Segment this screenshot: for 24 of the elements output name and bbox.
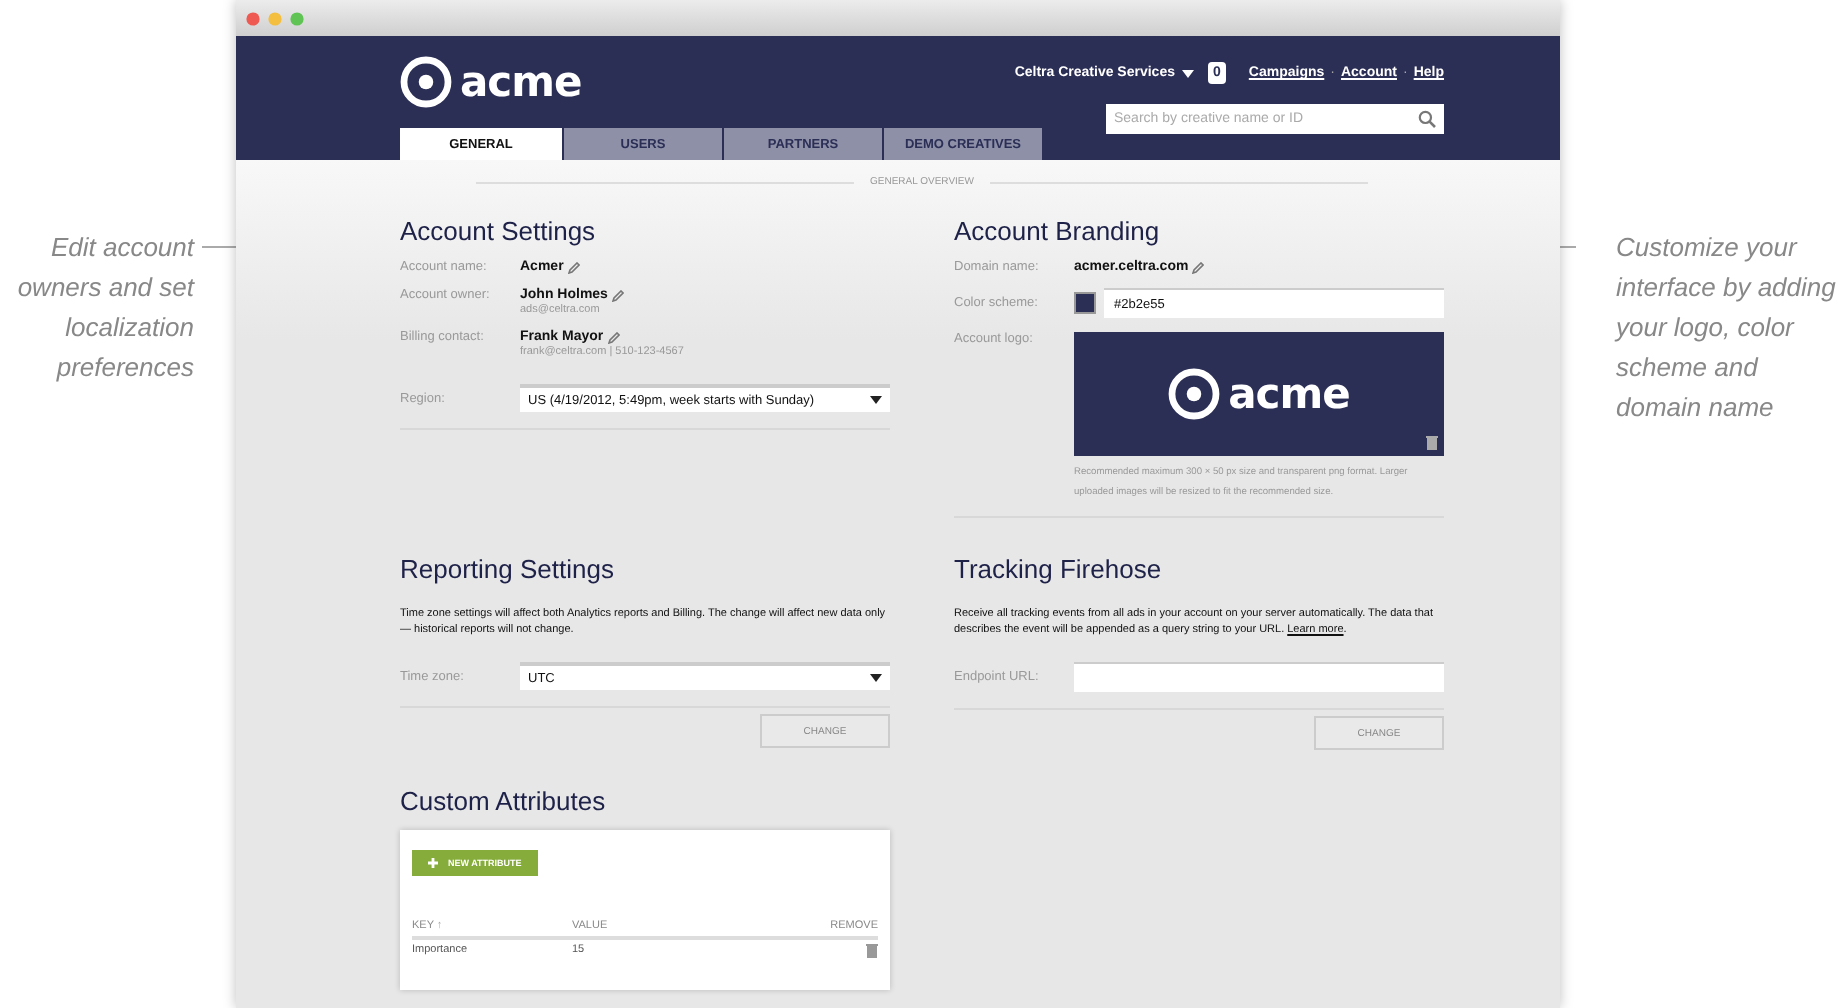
caret-icon	[870, 396, 882, 404]
section-title: Tracking Firehose	[954, 552, 1164, 588]
section-title: Account Settings	[400, 214, 598, 250]
search-icon	[1418, 110, 1436, 128]
pencil-icon	[607, 331, 620, 343]
trash-icon	[866, 944, 878, 958]
annotation-text: Customize your interface by adding your logo, color scheme and domain name	[1612, 230, 1838, 426]
annotation-text: Edit account owners and set localization preferences	[15, 230, 194, 386]
section-title: Reporting Settings	[400, 552, 616, 588]
logo-text: acme	[460, 58, 582, 106]
section-title: Custom Attributes	[400, 784, 608, 820]
target-logo-icon	[400, 56, 452, 108]
caret-icon	[1181, 69, 1193, 77]
pencil-icon	[567, 261, 580, 273]
trash-icon	[1426, 436, 1438, 450]
endpoint-field[interactable]	[1074, 662, 1444, 692]
target-logo-icon	[1168, 368, 1221, 420]
pencil-icon	[1192, 261, 1205, 273]
section-title: Account Branding	[954, 214, 1162, 250]
color-swatch[interactable]	[1074, 292, 1096, 314]
plus-icon	[428, 858, 438, 868]
pencil-icon	[611, 289, 624, 301]
logo-text: acme	[1228, 370, 1350, 418]
caret-icon	[870, 674, 882, 682]
